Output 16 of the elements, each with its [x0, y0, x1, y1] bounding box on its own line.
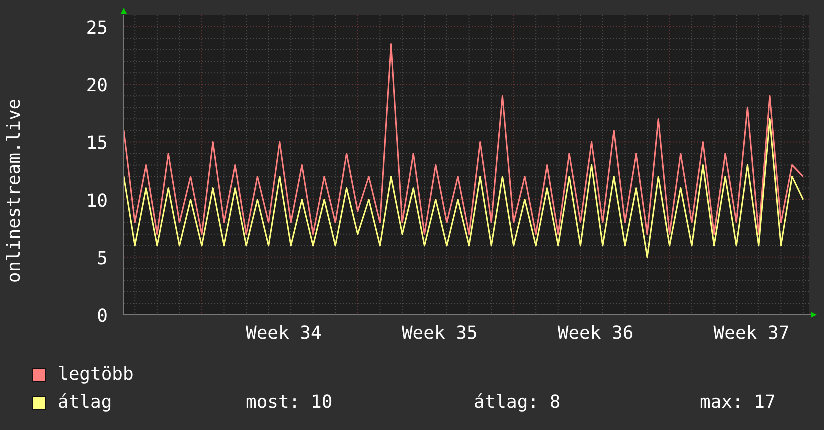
- x-tick-label: Week 35: [402, 323, 478, 344]
- y-tick-label: 15: [86, 133, 108, 154]
- legend-label: átlag: [58, 392, 114, 414]
- x-tick-label: Week 37: [714, 323, 790, 344]
- y-tick-label: 25: [86, 18, 108, 39]
- x-tick-label: Week 34: [246, 323, 322, 344]
- y-axis-title: onlinestream.live: [4, 98, 25, 284]
- stat-value: átlag: 8: [474, 392, 562, 414]
- stat-value: max: 17: [700, 392, 777, 414]
- y-tick-label: 10: [86, 190, 108, 212]
- y-tick-label: 20: [86, 76, 108, 97]
- legend-label: legtöbb: [58, 364, 135, 386]
- stat-value: most: 10: [246, 392, 334, 414]
- y-tick-label: 0: [97, 306, 108, 327]
- y-tick-label: 5: [97, 248, 108, 270]
- x-tick-label: Week 36: [558, 323, 634, 344]
